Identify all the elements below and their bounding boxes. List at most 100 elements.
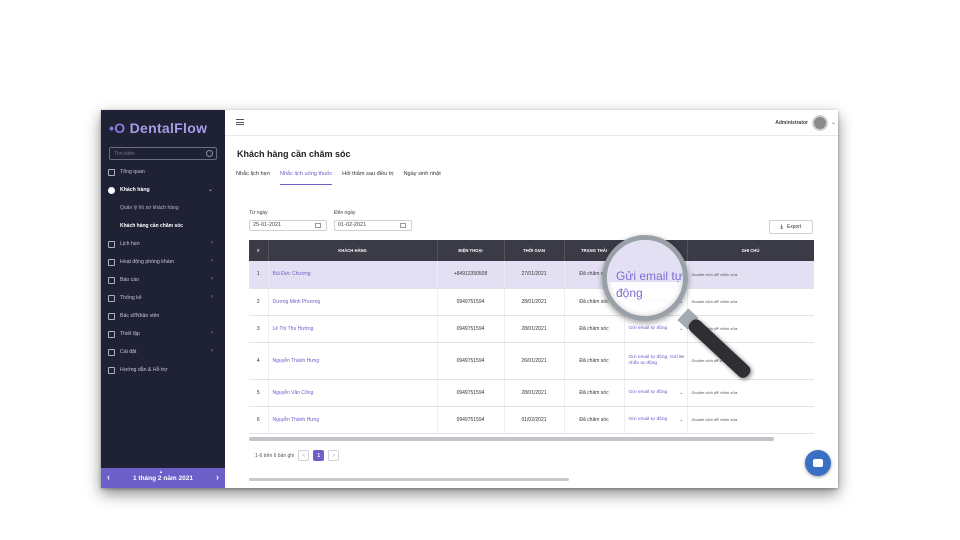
avatar[interactable] <box>812 115 828 131</box>
sidebar-item-stats[interactable]: Thống kê › <box>101 289 225 307</box>
pagination-summary: 1-6 trên 6 bản ghi <box>255 452 295 459</box>
customer-name-link[interactable]: Nguyễn Thành Hưng <box>268 342 438 380</box>
logo[interactable]: •O DentalFlow <box>109 120 207 136</box>
col-customer-header[interactable]: KHÁCH HÀNG <box>268 240 438 261</box>
row-index: 3 <box>249 315 269 343</box>
from-date-value: 25-01-2021 <box>253 222 282 228</box>
sidebar-item-label: Hướng dẫn & Hỗ trợ <box>120 367 168 373</box>
tab-medication-reminder[interactable]: Nhắc lịch uống thuốc <box>279 171 333 185</box>
chevron-right-icon[interactable]: › <box>216 472 219 482</box>
date-navigator: ‹ ▲ 1 tháng 2 năm 2021 › <box>101 468 225 488</box>
pagination-prev-button[interactable]: < <box>298 450 310 461</box>
sidebar-item-staff[interactable]: Bác sĩ/Nhân viên <box>101 307 225 325</box>
row-index: 1 <box>249 261 269 289</box>
table-row[interactable]: 1 Bùi Đức Chương +84912350508 27/01/2021… <box>249 261 814 289</box>
chevron-up-icon[interactable]: ▲ <box>159 469 163 474</box>
table-horizontal-scrollbar[interactable] <box>249 437 774 441</box>
col-note-header[interactable]: GHI CHÚ <box>687 240 814 261</box>
chevron-down-icon: ⌄ <box>207 187 213 193</box>
page-horizontal-scrollbar[interactable] <box>249 478 569 481</box>
note-cell[interactable]: Double click để chỉnh sửa <box>687 379 814 407</box>
sidebar-item-settings[interactable]: Cài đặt › <box>101 343 225 361</box>
table-row[interactable]: 5 Nguyễn Văn Công 0949751594 28/01/2021 … <box>249 379 814 407</box>
export-button[interactable]: ⤓ Export <box>769 220 813 234</box>
phone-cell: 0949751594 <box>437 315 505 343</box>
note-cell[interactable]: Double click để chỉnh sửa <box>687 288 814 316</box>
sidebar-item-label: Thống kê <box>120 295 142 301</box>
chevron-down-icon[interactable]: ⌄ <box>679 353 683 359</box>
chevron-left-icon[interactable]: ‹ <box>107 472 110 482</box>
care-action-select[interactable]: Gửi email tự động ⌄ <box>624 406 688 434</box>
magnified-text: Gửi email tự động <box>616 269 683 300</box>
sidebar-subitem-customer-care[interactable]: Khách hàng cần chăm sóc <box>101 217 225 235</box>
tab-birthday[interactable]: Ngày sinh nhật <box>403 171 440 185</box>
chevron-down-icon[interactable]: ⌄ <box>679 417 683 423</box>
table-row[interactable]: 3 Lê Thị Thu Hường 0949751594 28/01/2021… <box>249 315 814 343</box>
care-action-value: Gửi email tự động <box>628 389 668 395</box>
time-cell: 28/01/2021 <box>504 315 565 343</box>
sidebar-item-setup[interactable]: Thiết lập › <box>101 325 225 343</box>
pagination-page-button[interactable]: 1 <box>313 450 325 461</box>
sidebar-item-customers[interactable]: Khách hàng ⌄ <box>101 181 225 199</box>
sidebar-item-label: Hoạt động phòng khám <box>120 259 174 265</box>
customer-name-link[interactable]: Nguyễn Thành Hưng <box>268 406 438 434</box>
calendar-icon[interactable] <box>400 223 406 228</box>
phone-cell: 0949751594 <box>437 406 505 434</box>
sidebar-item-reports[interactable]: Báo cáo › <box>101 271 225 289</box>
brand-name: DentalFlow <box>129 120 208 136</box>
sidebar-item-label: Cài đặt <box>120 349 137 355</box>
hamburger-menu-icon[interactable] <box>236 119 244 125</box>
current-date: 1 tháng 2 năm 2021 <box>133 474 193 482</box>
customer-name-link[interactable]: Lê Thị Thu Hường <box>268 315 438 343</box>
sidebar-subitem-customer-records[interactable]: Quản lý hồ sơ khách hàng <box>101 199 225 217</box>
table-row[interactable]: 6 Nguyễn Thành Hưng 0949751594 01/02/202… <box>249 406 814 434</box>
chevron-right-icon: › <box>211 276 213 282</box>
time-cell: 27/01/2021 <box>504 261 565 289</box>
note-cell[interactable]: Double click để chỉnh sửa <box>687 342 814 380</box>
setup-icon <box>108 330 115 338</box>
care-action-select[interactable]: Gửi email tự động ⌄ <box>624 379 688 407</box>
chevron-down-icon[interactable]: ⌄ <box>831 119 836 126</box>
help-icon <box>108 366 115 374</box>
care-action-select[interactable]: Gửi email tự động, Gửi tin nhắn tự động ⌄ <box>624 342 688 380</box>
table-row[interactable]: 2 Dương Minh Phương 0949751594 28/01/202… <box>249 288 814 316</box>
chevron-right-icon: › <box>211 294 213 300</box>
from-date-input[interactable]: 25-01-2021 <box>249 220 327 231</box>
time-cell: 01/02/2021 <box>504 406 565 434</box>
search-input[interactable] <box>114 149 204 159</box>
tab-appointment-reminder[interactable]: Nhắc lịch hẹn <box>236 171 270 185</box>
from-date-label: Từ ngày <box>249 210 268 216</box>
dashboard-icon <box>108 168 115 176</box>
customer-name-link[interactable]: Nguyễn Văn Công <box>268 379 438 407</box>
sidebar-item-appointments[interactable]: Lịch hẹn › <box>101 235 225 253</box>
chat-button[interactable] <box>805 450 831 476</box>
to-date-input[interactable]: 01-02-2021 <box>334 220 412 231</box>
tab-post-treatment[interactable]: Hỏi thăm sau điều trị <box>342 171 393 185</box>
note-cell[interactable]: Double click để chỉnh sửa <box>687 261 814 289</box>
logo-mark: •O <box>109 120 130 136</box>
user-name[interactable]: Administrator <box>775 120 808 126</box>
calendar-icon[interactable] <box>315 223 321 228</box>
page-title: Khách hàng cần chăm sóc <box>237 149 351 159</box>
sidebar-item-help[interactable]: Hướng dẫn & Hỗ trợ <box>101 361 225 379</box>
customer-name-link[interactable]: Bùi Đức Chương <box>268 261 438 289</box>
row-index: 2 <box>249 288 269 316</box>
search-icon[interactable] <box>206 150 213 157</box>
sidebar-item-clinic-activity[interactable]: Hoạt động phòng khám › <box>101 253 225 271</box>
care-action-value: Gửi email tự động, Gửi tin nhắn tự động <box>628 354 685 366</box>
pagination-next-button[interactable]: > <box>328 450 340 461</box>
user-icon <box>108 186 115 194</box>
row-index: 5 <box>249 379 269 407</box>
sidebar-item-overview[interactable]: Tổng quan <box>101 163 225 181</box>
tabs: Nhắc lịch hẹn Nhắc lịch uống thuốc Hỏi t… <box>236 171 451 185</box>
chevron-down-icon[interactable]: ⌄ <box>679 326 683 332</box>
customer-name-link[interactable]: Dương Minh Phương <box>268 288 438 316</box>
col-index-header: # <box>249 240 269 261</box>
chevron-down-icon[interactable]: ⌄ <box>679 390 683 396</box>
phone-cell: 0949751594 <box>437 379 505 407</box>
col-time-header[interactable]: THỜI GIAN <box>504 240 565 261</box>
row-index: 6 <box>249 406 269 434</box>
note-cell[interactable]: Double click để chỉnh sửa <box>687 406 814 434</box>
chevron-right-icon: › <box>211 240 213 246</box>
col-phone-header[interactable]: ĐIỆN THOẠI <box>437 240 505 261</box>
